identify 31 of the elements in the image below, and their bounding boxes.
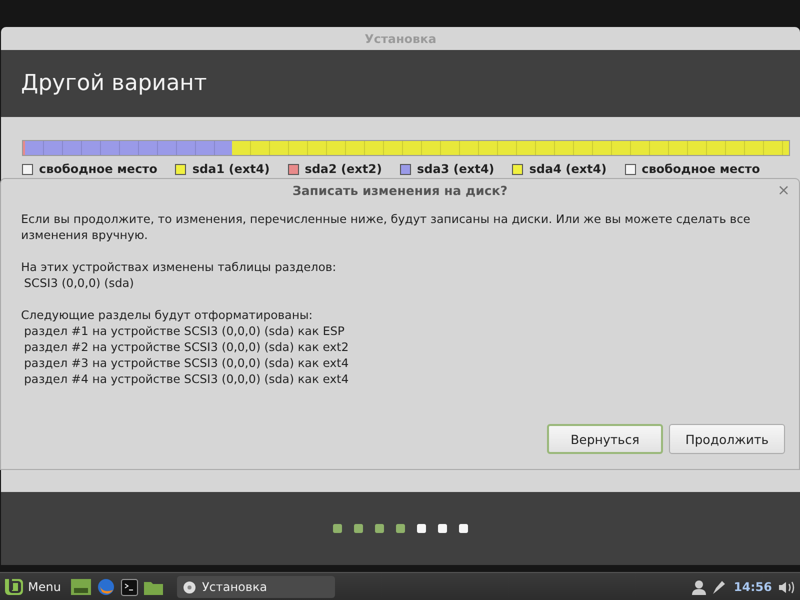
legend-label: sda3 (ext4) bbox=[416, 162, 494, 176]
pen-icon[interactable] bbox=[712, 579, 728, 595]
volume-icon[interactable] bbox=[778, 580, 796, 594]
folder-icon[interactable] bbox=[144, 580, 163, 594]
window-button[interactable]: Установка bbox=[176, 576, 335, 598]
menu-button[interactable]: Menu bbox=[4, 578, 65, 596]
continue-button[interactable]: Продолжить bbox=[669, 424, 785, 454]
terminal-icon[interactable] bbox=[120, 578, 138, 596]
list-item: раздел #4 на устройстве SCSI3 (0,0,0) (sda) как ext4 bbox=[23, 371, 350, 387]
list-item: раздел #3 на устройстве SCSI3 (0,0,0) (sda) как ext4 bbox=[23, 355, 350, 371]
legend-label: sda4 (ext4) bbox=[529, 162, 607, 176]
list-item: раздел #1 на устройстве SCSI3 (0,0,0) (sda) как ESP bbox=[23, 323, 346, 339]
user-icon[interactable] bbox=[692, 580, 706, 594]
legend-label: sda1 (ext4) bbox=[192, 162, 270, 176]
list-item: раздел #2 на устройстве SCSI3 (0,0,0) (sda) как ext2 bbox=[23, 339, 350, 355]
list-item: SCSI3 (0,0,0) (sda) bbox=[23, 275, 135, 291]
page-title: Другой вариант bbox=[21, 71, 207, 96]
legend-label: свободное место bbox=[642, 162, 760, 176]
legend-label: sda2 (ext2) bbox=[304, 162, 382, 176]
disc-icon bbox=[182, 580, 196, 594]
section-heading: На этих устройствах изменены таблицы разделов: bbox=[21, 259, 338, 275]
desktop-icon[interactable] bbox=[70, 579, 91, 595]
dialog-message: Если вы продолжите, то изменения, перечисленные ниже, будут записаны на диски. Или же вы можете сделать все изменения вручную. bbox=[21, 211, 752, 243]
back-button[interactable]: Вернуться bbox=[547, 424, 663, 454]
clock[interactable]: 14:56 bbox=[734, 580, 772, 594]
section-heading: Следующие разделы будут отформатированы: bbox=[21, 307, 314, 323]
legend-label: свободное место bbox=[39, 162, 158, 176]
browser-icon[interactable] bbox=[96, 578, 115, 596]
window-title: Установка bbox=[364, 32, 436, 46]
mint-logo-icon bbox=[4, 578, 24, 596]
dialog-title: Записать изменения на диск? bbox=[292, 182, 508, 198]
